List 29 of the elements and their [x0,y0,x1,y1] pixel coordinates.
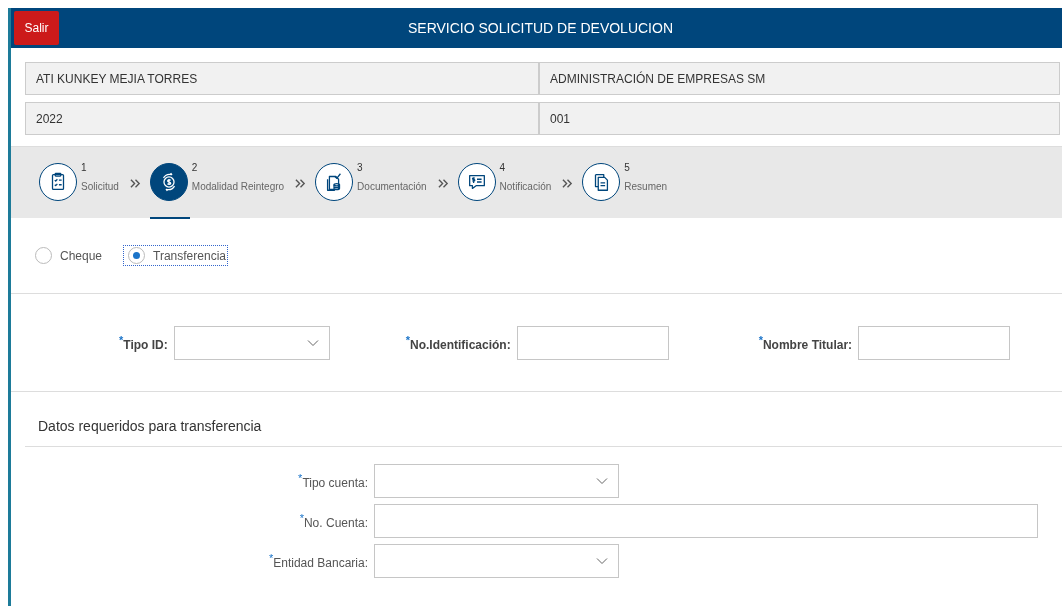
info-field: ADMINISTRACIÓN DE EMPRESAS SM [539,62,1060,95]
double-chevron-icon [128,177,142,189]
input-field[interactable] [858,326,1011,360]
dropdown[interactable] [374,544,619,578]
info-field: ATI KUNKEY MEJIA TORRES [25,62,539,95]
double-chevron-icon [294,177,308,189]
step-tab[interactable]: 4 Notificación [457,147,552,219]
info-field: 2022 [25,102,539,135]
step-tab[interactable]: 5 Resumen [582,147,668,219]
chevron-down-icon [596,477,608,485]
double-chevron-icon [436,177,450,189]
section-title: Datos requeridos para transferencia [25,418,1062,447]
step-tab[interactable]: 1 Solicitud [39,147,119,219]
input-field[interactable] [374,504,1038,538]
step-tab[interactable]: 2 Modalidad Reintegro [149,147,285,219]
dropdown[interactable] [374,464,619,498]
double-chevron-icon [561,177,575,189]
input-field[interactable] [516,326,669,360]
radio-button[interactable] [35,247,52,264]
info-field: 001 [539,102,1060,135]
radio-option[interactable]: Transferencia [124,246,227,265]
step-tab[interactable]: 3 Documentación [315,147,427,219]
radio-option[interactable]: Cheque [35,247,103,264]
exit-button[interactable]: Salir [14,11,59,45]
page-title: SERVICIO SOLICITUD DE DEVOLUCION [407,20,674,36]
chevron-down-icon [306,339,319,347]
radio-button[interactable] [128,247,146,264]
dropdown[interactable] [173,326,330,360]
chevron-down-icon [596,557,608,565]
